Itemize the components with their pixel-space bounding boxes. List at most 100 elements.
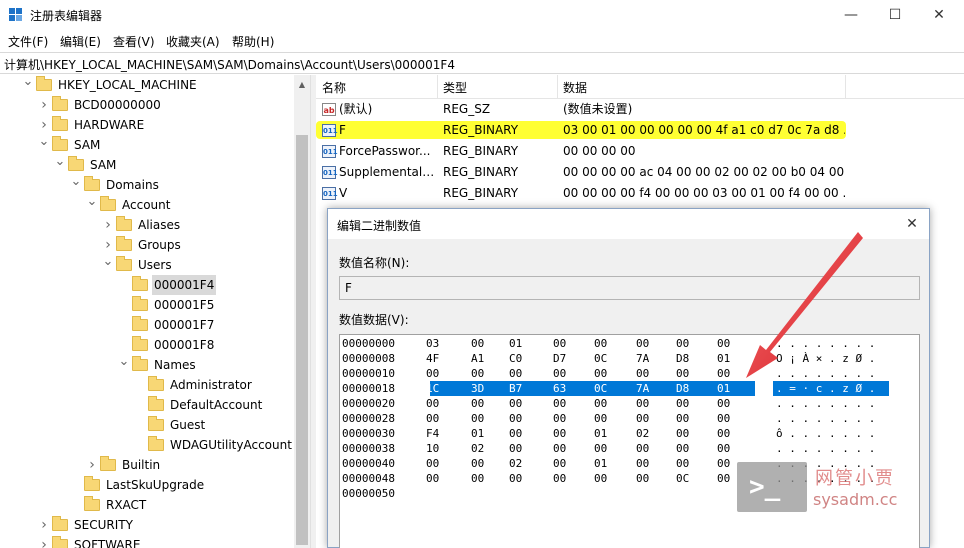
hex-byte[interactable]: 01	[717, 351, 730, 366]
hex-byte[interactable]: 0C	[676, 471, 689, 486]
hex-byte[interactable]: 00	[676, 396, 689, 411]
menu-view[interactable]: 查看(V)	[113, 33, 155, 50]
hex-byte[interactable]: D8	[676, 351, 689, 366]
hex-byte[interactable]: 00	[509, 366, 522, 381]
hex-byte[interactable]: 00	[717, 471, 730, 486]
chevron-down-icon[interactable]: ⌄	[22, 75, 34, 89]
tree-scrollbar[interactable]: ▲	[294, 75, 310, 548]
hex-byte[interactable]: 63	[553, 381, 566, 396]
hex-byte[interactable]: 00	[717, 366, 730, 381]
hex-byte[interactable]: 1C	[426, 381, 439, 396]
hex-byte[interactable]: 00	[594, 396, 607, 411]
hex-row[interactable]: 00000018 1C 3D B7 63 0C 7A D8 01 . = · c . z Ø .	[342, 381, 917, 396]
chevron-right-icon[interactable]: ›	[38, 515, 50, 535]
hex-byte[interactable]: 00	[471, 471, 484, 486]
hex-byte[interactable]: 00	[509, 471, 522, 486]
chevron-right-icon[interactable]: ›	[102, 215, 114, 235]
column-type[interactable]: 类型	[443, 79, 467, 96]
hex-byte[interactable]: 00	[426, 366, 439, 381]
hex-byte[interactable]: 00	[553, 366, 566, 381]
value-row[interactable]: 011 ForcePasswor... REG_BINARY 00 00 00 00	[316, 141, 964, 162]
hex-byte[interactable]: D8	[676, 381, 689, 396]
hex-byte[interactable]: 00	[676, 456, 689, 471]
column-name[interactable]: 名称	[322, 79, 346, 96]
hex-byte[interactable]: 10	[426, 441, 439, 456]
menu-help[interactable]: 帮助(H)	[232, 33, 274, 50]
hex-row[interactable]: 00000020 00 00 00 00 00 00 00 00 . . . . . . . .	[342, 396, 917, 411]
hex-byte[interactable]: A1	[471, 351, 484, 366]
hex-byte[interactable]: 00	[553, 396, 566, 411]
chevron-down-icon[interactable]: ⌄	[38, 135, 50, 149]
chevron-right-icon[interactable]: ›	[86, 455, 98, 475]
hex-byte[interactable]: 00	[594, 441, 607, 456]
hex-byte[interactable]: 00	[676, 441, 689, 456]
hex-byte[interactable]: 00	[717, 426, 730, 441]
hex-byte[interactable]: 00	[717, 336, 730, 351]
hex-byte[interactable]: 0C	[594, 351, 607, 366]
chevron-right-icon[interactable]: ›	[38, 115, 50, 135]
hex-row[interactable]: 00000038 10 02 00 00 00 00 00 00 . . . . . . . .	[342, 441, 917, 456]
hex-byte[interactable]: 00	[676, 336, 689, 351]
hex-byte[interactable]: 00	[636, 441, 649, 456]
hex-byte[interactable]: 00	[471, 411, 484, 426]
hex-byte[interactable]: 01	[717, 381, 730, 396]
menu-file[interactable]: 文件(F)	[8, 33, 48, 50]
hex-byte[interactable]: 00	[717, 411, 730, 426]
hex-byte[interactable]: 00	[426, 411, 439, 426]
hex-byte[interactable]: 02	[636, 426, 649, 441]
hex-byte[interactable]: 00	[426, 456, 439, 471]
chevron-down-icon[interactable]: ⌄	[102, 255, 114, 269]
hex-byte[interactable]: 02	[471, 441, 484, 456]
value-row[interactable]: 011 SupplementalC... REG_BINARY 00 00 00 00…	[316, 162, 964, 183]
dialog-close-button[interactable]: ✕	[901, 213, 923, 235]
hex-byte[interactable]: 00	[471, 336, 484, 351]
maximize-button[interactable]: ☐	[872, 0, 918, 30]
close-button[interactable]: ✕	[916, 0, 962, 30]
hex-byte[interactable]: 00	[426, 396, 439, 411]
hex-byte[interactable]: 00	[509, 426, 522, 441]
hex-byte[interactable]: 00	[553, 426, 566, 441]
hex-byte[interactable]: 00	[636, 456, 649, 471]
chevron-right-icon[interactable]: ›	[38, 95, 50, 115]
chevron-down-icon[interactable]: ⌄	[118, 355, 130, 369]
hex-byte[interactable]: 00	[594, 411, 607, 426]
hex-byte[interactable]: 00	[594, 366, 607, 381]
hex-byte[interactable]: 01	[471, 426, 484, 441]
hex-byte[interactable]: 00	[509, 441, 522, 456]
value-name-field[interactable]: F	[339, 276, 920, 300]
chevron-down-icon[interactable]: ⌄	[86, 195, 98, 209]
hex-byte[interactable]: 00	[553, 411, 566, 426]
value-row[interactable]: 011 V REG_BINARY 00 00 00 00 f4 00 00 00 03…	[316, 183, 964, 204]
hex-row[interactable]: 00000000 03 00 01 00 00 00 00 00. . . . . . . .	[342, 336, 917, 351]
hex-byte[interactable]: 00	[636, 471, 649, 486]
hex-byte[interactable]: 00	[676, 411, 689, 426]
hex-byte[interactable]: 7A	[636, 351, 649, 366]
hex-byte[interactable]: 01	[594, 456, 607, 471]
hex-byte[interactable]: 00	[509, 396, 522, 411]
address-bar[interactable]: 计算机\HKEY_LOCAL_MACHINE\SAM\SAM\Domains\A…	[0, 52, 964, 74]
hex-byte[interactable]: D7	[553, 351, 566, 366]
chevron-down-icon[interactable]: ⌄	[70, 175, 82, 189]
hex-row[interactable]: 00000010 00 00 00 00 00 00 00 00 . . . . . . . .	[342, 366, 917, 381]
hex-byte[interactable]: F4	[426, 426, 439, 441]
menu-favorites[interactable]: 收藏夹(A)	[166, 33, 220, 50]
value-row[interactable]: 011 F REG_BINARY 03 00 01 00 00 00 00 00 4f…	[316, 120, 964, 141]
hex-byte[interactable]: 00	[553, 471, 566, 486]
hex-byte[interactable]: 00	[509, 411, 522, 426]
hex-byte[interactable]: 00	[471, 456, 484, 471]
hex-byte[interactable]: 01	[509, 336, 522, 351]
menu-edit[interactable]: 编辑(E)	[60, 33, 101, 50]
chevron-down-icon[interactable]: ⌄	[54, 155, 66, 169]
hex-byte[interactable]: 00	[471, 396, 484, 411]
hex-byte[interactable]: 00	[676, 426, 689, 441]
hex-byte[interactable]: 00	[471, 366, 484, 381]
scroll-up-icon[interactable]: ▲	[294, 77, 310, 93]
hex-byte[interactable]: 01	[594, 426, 607, 441]
column-data[interactable]: 数据	[563, 79, 587, 96]
hex-byte[interactable]: 0C	[594, 381, 607, 396]
hex-byte[interactable]: 00	[717, 456, 730, 471]
value-row[interactable]: ab (默认) REG_SZ (数值未设置)	[316, 99, 964, 120]
hex-byte[interactable]: B7	[509, 381, 522, 396]
hex-byte[interactable]: 00	[594, 471, 607, 486]
hex-byte[interactable]: 4F	[426, 351, 439, 366]
